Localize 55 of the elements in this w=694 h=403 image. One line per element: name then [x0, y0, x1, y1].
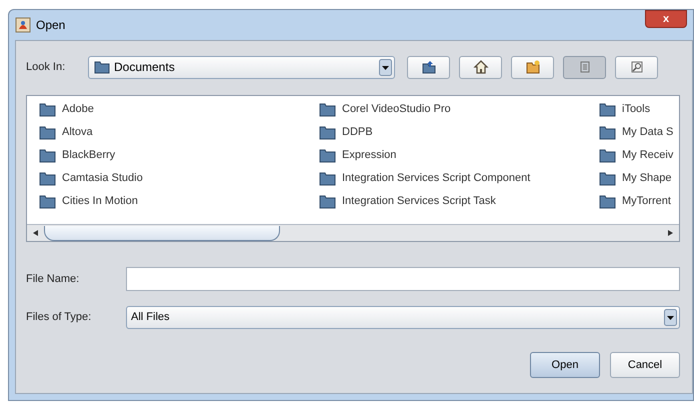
folder-name[interactable]: My Shape	[622, 170, 672, 187]
home-toolbar-button[interactable]	[459, 56, 502, 78]
folder-icon	[319, 125, 336, 140]
java-app-icon	[15, 17, 31, 33]
details-view-icon	[628, 59, 644, 75]
home-icon	[472, 59, 488, 75]
folder-name[interactable]: Corel VideoStudio Pro	[342, 101, 451, 118]
look-in-dropdown[interactable]: Documents	[88, 56, 395, 78]
horizontal-scrollbar[interactable]	[27, 224, 679, 241]
folder-icon	[39, 194, 56, 209]
folder-icon	[599, 125, 616, 140]
folder-icon	[599, 102, 616, 117]
folder-name[interactable]: MyTorrent	[622, 193, 671, 210]
folder-name[interactable]: iTools	[622, 101, 650, 118]
files-of-type-dropdown[interactable]: All Files	[126, 306, 680, 328]
file-name-field[interactable]	[126, 267, 680, 291]
folder-name[interactable]: My Data S	[622, 124, 674, 141]
scrollbar-thumb[interactable]	[44, 226, 280, 240]
folder-name[interactable]: DDPB	[342, 124, 373, 141]
folder-icon	[599, 171, 616, 186]
folder-name[interactable]: Camtasia Studio	[62, 170, 143, 187]
files-of-type-value: All Files	[131, 310, 171, 325]
folder-icon	[39, 148, 56, 163]
folder-icon	[319, 194, 336, 209]
folder-icon	[319, 171, 336, 186]
folder-icon	[39, 171, 56, 186]
files-of-type-label: Files of Type:	[26, 310, 92, 325]
folder-name[interactable]: Expression	[342, 147, 396, 164]
folder-icon	[319, 102, 336, 117]
folder-icon	[39, 125, 56, 140]
folder-name[interactable]: Integration Services Script Task	[342, 193, 496, 210]
folder-name[interactable]: Integration Services Script Component	[342, 170, 530, 187]
up-toolbar-button[interactable]	[407, 56, 450, 78]
folder-name[interactable]: Cities In Motion	[62, 193, 138, 210]
folder-name[interactable]: Adobe	[62, 101, 94, 118]
folder-name[interactable]: Altova	[62, 124, 93, 141]
details-toolbar-button[interactable]	[615, 56, 658, 78]
up-folder-icon	[420, 59, 436, 75]
close-button[interactable]: x	[645, 10, 687, 28]
folder-icon	[599, 194, 616, 209]
open-button[interactable]: Open	[530, 352, 600, 378]
look-in-value: Documents	[114, 59, 176, 76]
new-folder-icon	[524, 59, 540, 75]
folder-icon	[599, 148, 616, 163]
folder-icon	[94, 60, 110, 74]
cancel-button[interactable]: Cancel	[610, 352, 680, 378]
folder-icon	[319, 148, 336, 163]
folder-name[interactable]: My Receiv	[622, 147, 674, 164]
list-toolbar-button[interactable]	[563, 56, 606, 78]
folder-icon	[39, 102, 56, 117]
newfolder-toolbar-button[interactable]	[511, 56, 554, 78]
window-title: Open	[36, 17, 66, 34]
folder-name[interactable]: BlackBerry	[62, 147, 116, 164]
look-in-label: Look In:	[26, 60, 66, 75]
file-name-label: File Name:	[26, 272, 80, 287]
